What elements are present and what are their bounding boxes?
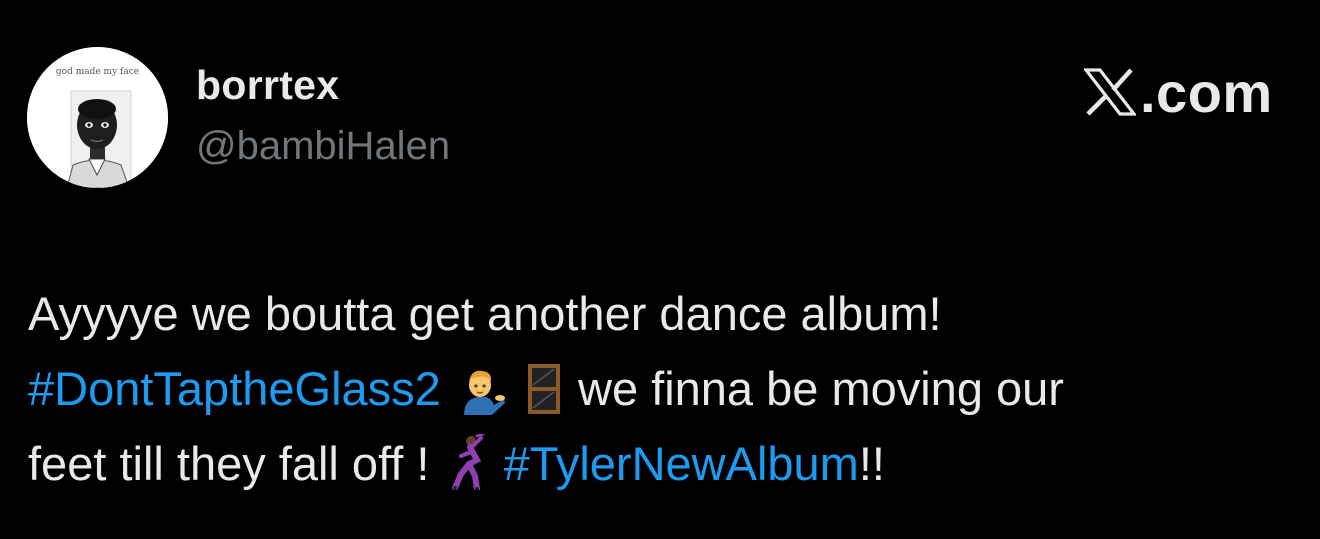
tweet-line-2: #DontTaptheGlass2 we finna be moving our <box>28 351 1298 426</box>
x-logo-text: .com <box>1140 60 1273 124</box>
tweet-text-segment: !! <box>858 437 885 490</box>
user-handle[interactable]: @bambiHalen <box>196 124 450 169</box>
avatar-caption: god made my face <box>55 67 140 77</box>
man-dancing-emoji <box>447 434 487 490</box>
avatar[interactable]: god made my face <box>27 47 168 188</box>
man-tipping-hand-emoji <box>458 365 506 415</box>
x-brand-logo[interactable]: .com <box>1084 60 1273 124</box>
hashtag-link[interactable]: #TylerNewAlbum <box>504 437 859 490</box>
tweet-text-segment: feet till they fall off ! <box>28 437 430 490</box>
tweet-text-segment: Ayyyye we boutta get another dance album… <box>28 287 942 340</box>
tweet-line-3: feet till they fall off ! #TylerNewAlbum… <box>28 426 1298 501</box>
tweet-text: Ayyyye we boutta get another dance album… <box>28 276 1298 501</box>
tweet-line-1: Ayyyye we boutta get another dance album… <box>28 276 1298 351</box>
display-name[interactable]: borrtex <box>196 62 339 109</box>
window-emoji <box>527 363 561 415</box>
hashtag-link[interactable]: #DontTaptheGlass2 <box>28 362 441 415</box>
x-logo-icon <box>1084 68 1136 116</box>
tweet-text-segment: we finna be moving our <box>578 362 1064 415</box>
